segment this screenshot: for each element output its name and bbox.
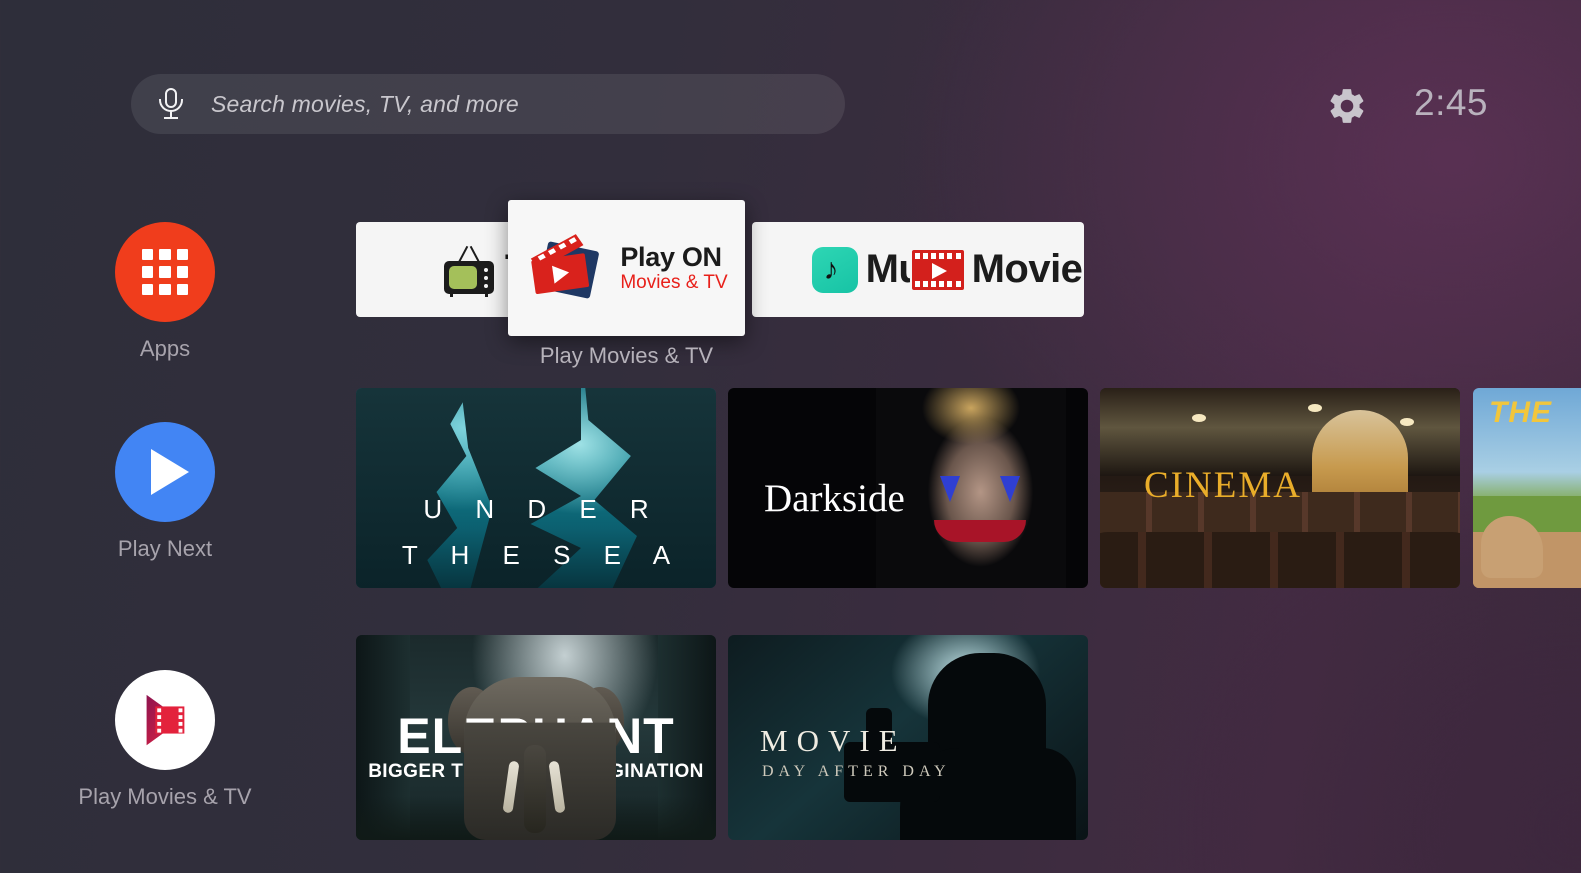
card-title: MOVIE bbox=[760, 723, 907, 758]
app-tile-title: Play ON bbox=[620, 241, 722, 272]
content-cards: U N D E R T H E S E A Darkside CINEMA TH… bbox=[0, 0, 1581, 873]
content-card-darkside[interactable]: Darkside bbox=[728, 388, 1088, 588]
content-card-under-the-sea[interactable]: U N D E R T H E S E A bbox=[356, 388, 716, 588]
card-title: CINEMA bbox=[1144, 465, 1302, 506]
card-subtitle: T H E S E A bbox=[401, 540, 684, 570]
focused-app-label: Play Movies & TV bbox=[539, 343, 714, 368]
content-card-cinema[interactable]: CINEMA bbox=[1100, 388, 1460, 588]
card-subtitle: DAY AFTER DAY bbox=[762, 763, 951, 780]
app-tile-play-on[interactable]: Play ON Movies & TV bbox=[508, 200, 745, 336]
clapperboard-play-icon bbox=[525, 230, 607, 306]
card-title: Darkside bbox=[764, 477, 905, 520]
content-card-the[interactable]: THE bbox=[1473, 388, 1581, 588]
card-title: THE bbox=[1489, 396, 1552, 429]
app-tile-subtitle: Movies & TV bbox=[620, 272, 728, 294]
content-card-elephant[interactable]: ELEPHANT BIGGER THAN YOUR IMAGINATION bbox=[356, 635, 716, 840]
card-title: U N D E R bbox=[423, 494, 662, 524]
content-card-movie-day-after-day[interactable]: MOVIE DAY AFTER DAY bbox=[728, 635, 1088, 840]
